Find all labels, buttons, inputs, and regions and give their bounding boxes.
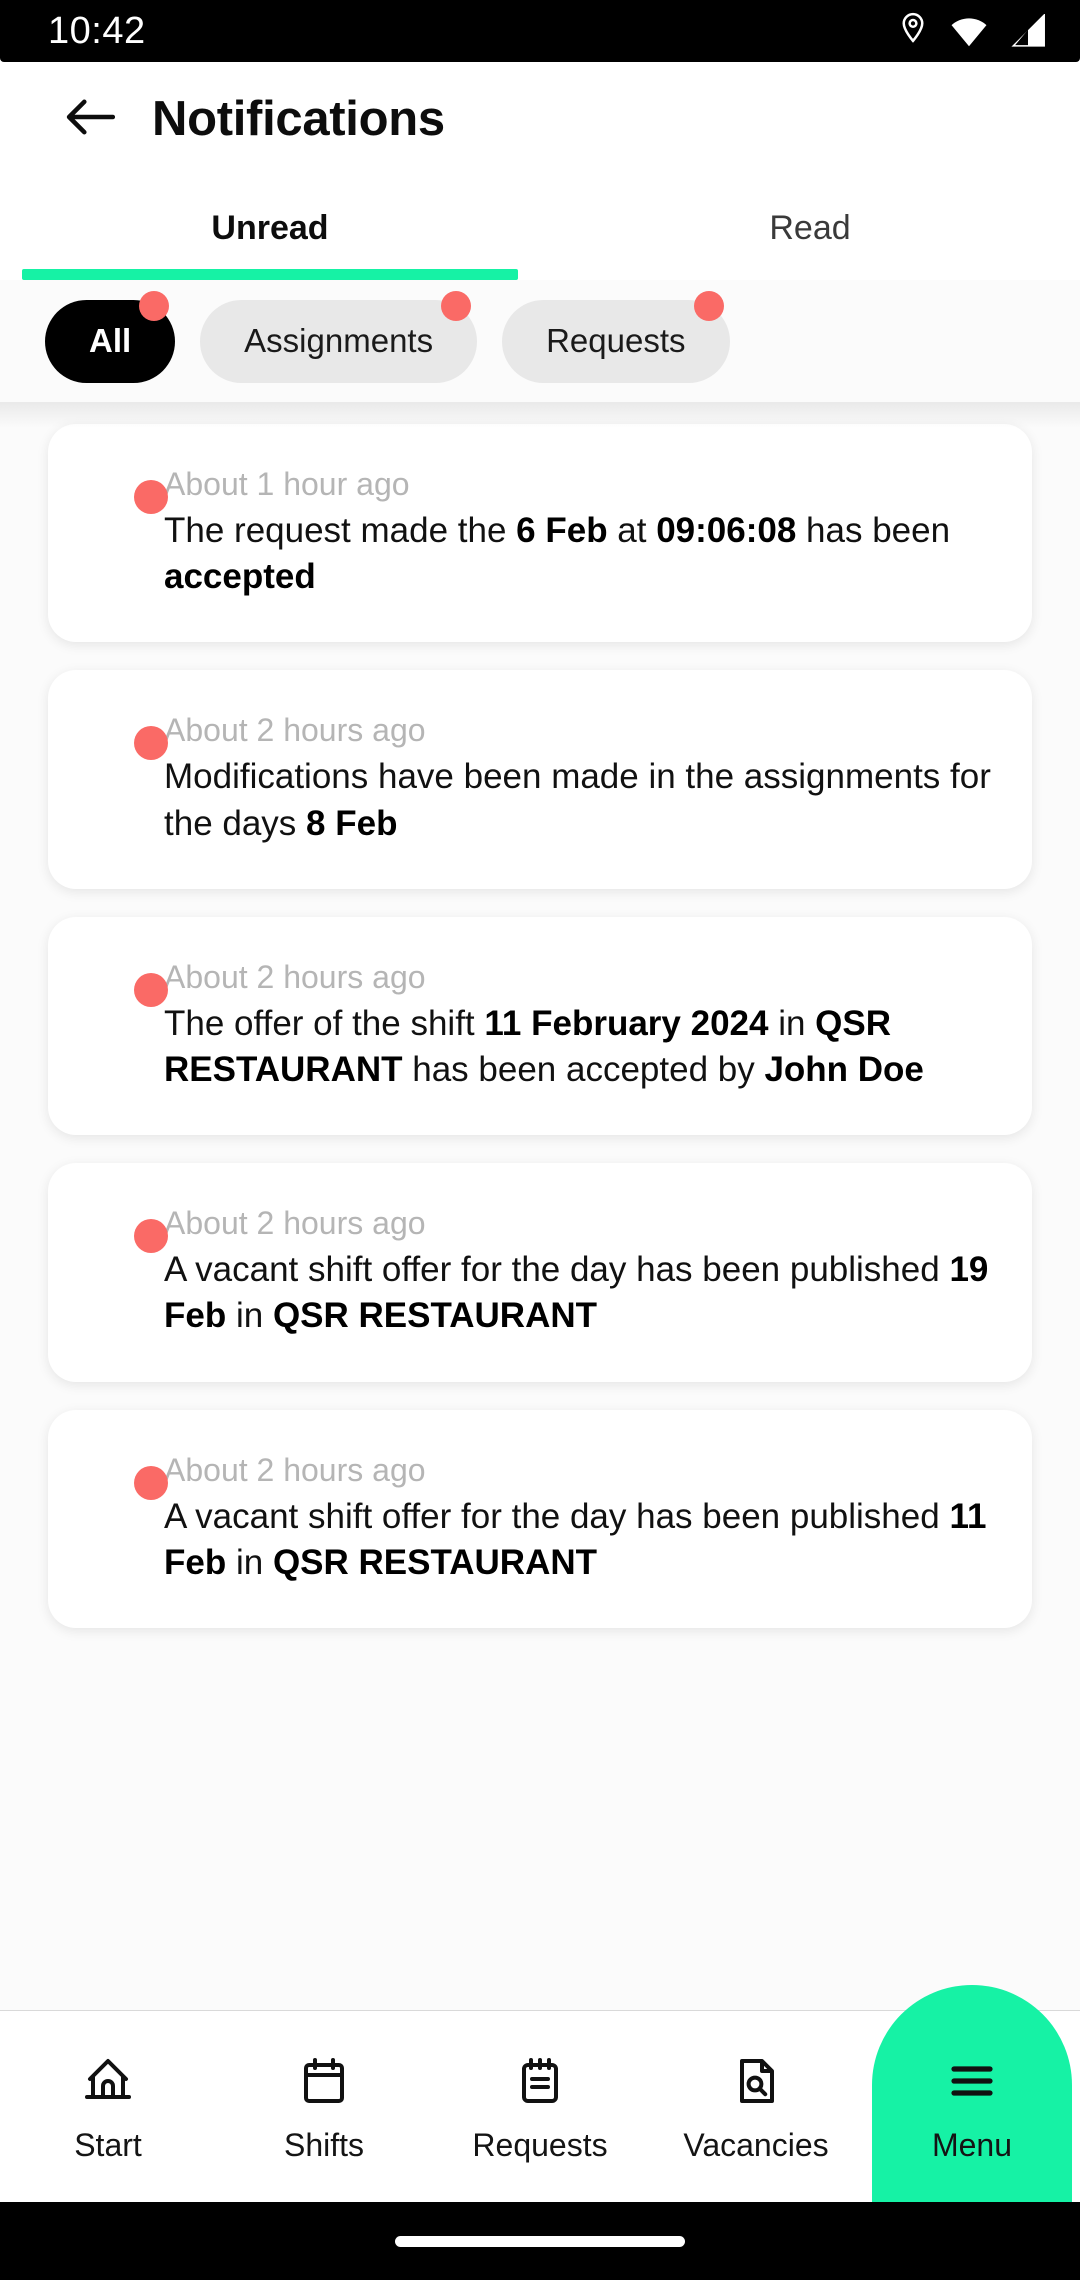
notification-message: The request made the 6 Feb at 09:06:08 h… [164,508,994,600]
filter-chip-requests[interactable]: Requests [502,290,730,383]
notification-highlight: 09:06:08 [656,511,797,550]
filter-chip-assignments-badge [441,290,472,321]
app-header: Notifications [0,62,1080,176]
home-icon [80,2053,136,2109]
calendar-icon [296,2053,352,2109]
notification-highlight: QSR RESTAURANT [272,1296,598,1336]
notification-highlight: 11 February 2024 [484,1003,769,1043]
notification-card-body: About 2 hours ago A vacant shift offer fo… [164,1450,994,1586]
filter-chip-all-badge [139,290,170,321]
filter-chip-assignments-label: Assignments [244,322,434,359]
notification-text: in [226,1542,273,1582]
nav-item-label: Menu [931,2127,1013,2163]
tab-active-indicator [22,269,518,280]
page-title: Notifications [152,92,445,146]
status-bar: 10:42 [0,0,1080,62]
notification-timestamp: About 1 hour ago [164,466,410,502]
gesture-navigation-bar [0,2202,1080,2280]
notification-message: A vacant shift offer for the day has bee… [164,1494,994,1586]
back-button[interactable] [62,91,118,147]
notification-text: in [768,1003,816,1043]
notification-card-body: About 2 hours ago The offer of the shift … [164,957,994,1093]
notification-text: Modifications have been made in the assi… [164,757,991,843]
filter-chip-all-label: All [89,322,132,359]
filter-chips-row: All Assignments Requests [0,280,1080,402]
tab-read-label: Read [769,208,851,247]
notification-text: at [607,511,657,550]
notification-text: A vacant shift offer for the day has bee… [164,1496,950,1536]
tab-read[interactable]: Read [540,176,1080,280]
notification-text: The offer of the shift [164,1003,485,1043]
nav-item-requests[interactable]: Requests [432,2011,648,2203]
notification-message: Modifications have been made in the assi… [164,754,994,846]
signal-icon [1010,14,1046,48]
filter-chip-requests-badge [693,290,724,321]
notification-timestamp: About 2 hours ago [164,1451,426,1488]
unread-dot [134,972,168,1007]
tab-unread[interactable]: Unread [0,176,540,280]
notification-card-body: About 1 hour ago The request made the 6 F… [164,464,994,600]
nav-item-shifts[interactable]: Shifts [216,2011,432,2203]
nav-item-start[interactable]: Start [0,2011,216,2203]
tab-unread-label: Unread [211,208,329,247]
notification-text: A vacant shift offer for the day has bee… [164,1250,950,1290]
unread-dot [134,1465,168,1500]
gesture-pill[interactable] [395,2235,685,2247]
notification-card[interactable]: About 2 hours ago A vacant shift offer fo… [48,1163,1032,1382]
location-icon [898,12,928,50]
notifications-tabs: Unread Read [0,176,1080,280]
notification-card-body: About 2 hours ago A vacant shift offer fo… [164,1203,994,1339]
notification-text: in [226,1296,273,1336]
notification-card-body: About 2 hours ago Modifications have been… [164,710,994,846]
notification-highlight: 8 Feb [306,803,398,843]
notification-highlight: accepted [164,557,316,597]
nav-item-menu[interactable]: Menu [864,1985,1080,2203]
status-time: 10:42 [48,10,146,52]
filter-chip-assignments[interactable]: Assignments [200,290,478,383]
notification-text: The request made the [164,511,517,550]
notification-timestamp: About 2 hours ago [164,712,426,749]
notification-card[interactable]: About 2 hours ago A vacant shift offer fo… [48,1409,1032,1628]
unread-dot [134,726,168,761]
notification-card[interactable]: About 2 hours ago The offer of the shift … [48,916,1032,1136]
notification-highlight: John Doe [764,1049,924,1089]
filter-chip-all[interactable]: All [45,290,176,383]
notification-text: has been accepted by [402,1049,765,1089]
notepad-icon [512,2053,568,2109]
nav-item-label: Start [74,2127,142,2163]
hamburger-menu-icon [944,2053,1000,2109]
bottom-navigation: Start Shifts Requests Vacancies Menu [0,1985,1080,2203]
status-icon-group [898,12,1046,50]
notification-list[interactable]: About 1 hour ago The request made the 6 F… [0,402,1080,2010]
nav-item-label: Requests [472,2127,608,2163]
wifi-icon [950,14,988,48]
nav-item-label: Shifts [283,2127,365,2163]
notification-card[interactable]: About 1 hour ago The request made the 6 F… [48,424,1032,643]
notification-highlight: 6 Feb [516,511,608,550]
notification-timestamp: About 2 hours ago [164,958,426,995]
notification-message: The offer of the shift 11 February 2024 … [164,1001,994,1093]
notification-card[interactable]: About 2 hours ago Modifications have been… [48,670,1032,889]
document-search-icon [728,2053,784,2109]
nav-item-vacancies[interactable]: Vacancies [648,2011,864,2203]
notification-text: has been [796,511,951,550]
filter-chip-requests-label: Requests [546,322,686,359]
notification-timestamp: About 2 hours ago [164,1205,426,1242]
arrow-left-icon [65,98,116,141]
notification-highlight: QSR RESTAURANT [272,1542,598,1582]
nav-item-label: Vacancies [683,2127,829,2163]
unread-dot [134,1219,168,1254]
notification-message: A vacant shift offer for the day has bee… [164,1247,994,1339]
unread-dot [134,480,168,514]
filter-chips-scroller[interactable]: All Assignments Requests [0,280,1080,402]
